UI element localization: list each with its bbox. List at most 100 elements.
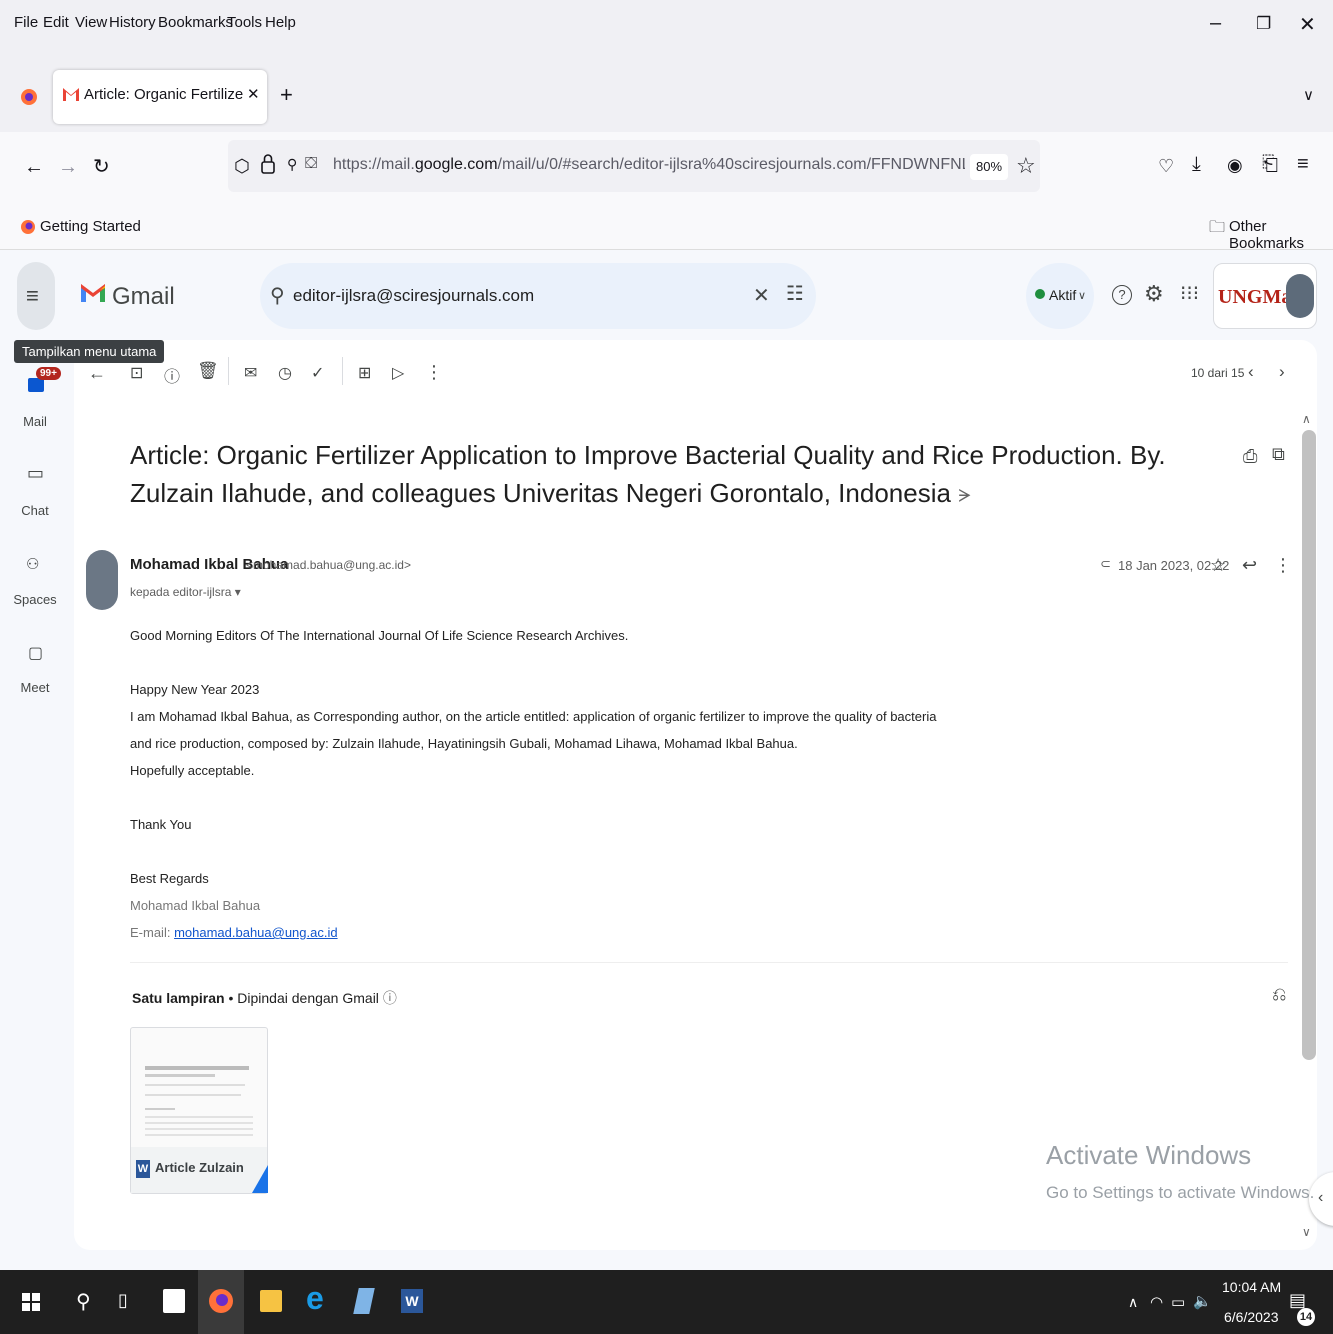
word-doc-icon: W xyxy=(136,1160,150,1178)
battery-icon[interactable]: ▭ xyxy=(1171,1293,1185,1311)
menu-bookmarks[interactable]: Bookmarks xyxy=(158,14,233,31)
reply-icon[interactable]: ↩ xyxy=(1242,555,1257,576)
open-new-window-icon[interactable]: ⧉ xyxy=(1272,444,1285,465)
move-to-icon[interactable]: ⊞ xyxy=(358,363,371,383)
recipient-line[interactable]: kepada editor-ijlsra ▾ xyxy=(130,585,241,599)
volume-icon[interactable]: 🔈 xyxy=(1193,1292,1212,1310)
back-to-list-icon[interactable]: ← xyxy=(88,363,106,384)
downloads-icon[interactable]: ⤓ xyxy=(1192,153,1201,176)
user-avatar[interactable] xyxy=(1286,274,1314,318)
word-taskbar-icon[interactable]: W xyxy=(401,1289,423,1313)
body-regards: Best Regards xyxy=(130,871,209,886)
scrollbar-thumb[interactable] xyxy=(1302,430,1316,1060)
forward-arrow-icon[interactable]: → xyxy=(58,156,78,179)
menu-history[interactable]: History xyxy=(109,14,156,31)
menu-help[interactable]: Help xyxy=(265,14,296,31)
restore-icon[interactable]: ❐ xyxy=(1256,14,1271,34)
bookmark-star-icon[interactable]: ☆ xyxy=(1016,153,1036,179)
zoom-level[interactable]: 80% xyxy=(970,154,1008,180)
permissions-icon[interactable]: ⚲ xyxy=(287,156,297,173)
sidebar-item-mail[interactable]: Mail xyxy=(0,414,70,429)
snooze-icon[interactable]: ◷ xyxy=(278,363,292,383)
wifi-icon[interactable]: ◠ xyxy=(1150,1293,1163,1311)
new-tab-icon[interactable]: + xyxy=(280,82,293,108)
add-to-drive-icon[interactable]: ⎌ xyxy=(1272,984,1286,1005)
clock-date[interactable]: 6/6/2023 xyxy=(1224,1309,1279,1325)
important-label-icon[interactable]: ᗒ xyxy=(958,486,971,506)
back-arrow-icon[interactable]: ← xyxy=(24,156,44,179)
recipient-dropdown-icon[interactable]: ▾ xyxy=(235,585,241,599)
info-icon[interactable]: ⓘ xyxy=(383,990,397,1006)
firefox-taskbar-icon[interactable] xyxy=(208,1288,234,1314)
clear-search-icon[interactable]: ✕ xyxy=(753,283,770,308)
add-task-icon[interactable]: ✓ xyxy=(311,363,324,383)
attachment-filename[interactable]: Article Zulzain ILa... xyxy=(155,1160,245,1175)
file-explorer-icon[interactable] xyxy=(260,1290,282,1312)
clock-time[interactable]: 10:04 AM xyxy=(1222,1279,1281,1295)
store-icon[interactable] xyxy=(163,1289,185,1313)
report-spam-icon[interactable]: ⓘ xyxy=(164,363,180,387)
body-line-1: Happy New Year 2023 xyxy=(130,682,260,697)
task-view-icon[interactable]: ▯ xyxy=(118,1290,128,1311)
body-line-4: Hopefully acceptable. xyxy=(130,763,255,778)
search-input[interactable]: editor-ijlsra@sciresjournals.com xyxy=(293,286,534,306)
edge-icon[interactable]: e xyxy=(306,1280,324,1317)
older-chevron-icon[interactable]: › xyxy=(1279,362,1285,382)
list-tabs-chevron-icon[interactable]: ∨ xyxy=(1303,86,1314,104)
sidebar-item-spaces[interactable]: Spaces xyxy=(0,592,70,607)
bookmark-getting-started[interactable]: Getting Started xyxy=(40,218,141,235)
recipient-text: kepada editor-ijlsra xyxy=(130,585,232,599)
email-subject: Article: Organic Fertilizer Application … xyxy=(130,436,1210,515)
chat-icon[interactable]: ▭ xyxy=(27,463,44,484)
pocket-icon[interactable]: ♡ xyxy=(1158,156,1174,177)
message-more-icon[interactable]: ⋮ xyxy=(1274,555,1292,576)
signature-email-link[interactable]: mohamad.bahua@ung.ac.id xyxy=(174,925,338,940)
preview-line xyxy=(145,1066,249,1070)
hamburger-icon[interactable]: ≡ xyxy=(26,283,39,309)
preview-line xyxy=(145,1084,245,1086)
scroll-down-icon[interactable]: ∨ xyxy=(1302,1225,1311,1239)
tooltip: Tampilkan menu utama xyxy=(14,340,165,363)
bookmark-other[interactable]: Other Bookmarks xyxy=(1229,218,1333,252)
menu-file[interactable]: File xyxy=(14,14,38,31)
firefox-view-icon[interactable] xyxy=(20,86,38,106)
extensions-icon[interactable]: ⎗ xyxy=(1262,153,1278,176)
mail-icon[interactable] xyxy=(28,378,44,392)
menu-edit[interactable]: Edit xyxy=(43,14,69,31)
mark-unread-icon[interactable]: ✉ xyxy=(244,363,257,383)
windows-start-icon[interactable] xyxy=(22,1293,40,1311)
app-menu-icon[interactable]: ≡ xyxy=(1297,153,1309,176)
search-icon[interactable]: ⚲ xyxy=(270,283,285,308)
apps-grid-icon[interactable]: ⁝⁝⁝ xyxy=(1180,281,1199,306)
sidebar-item-meet[interactable]: Meet xyxy=(0,680,70,695)
delete-icon[interactable]: 🗑 xyxy=(197,361,219,381)
shield-icon[interactable]: ⬡ xyxy=(234,156,250,177)
reload-icon[interactable]: ↻ xyxy=(93,154,110,179)
settings-gear-icon[interactable]: ⚙ xyxy=(1144,281,1164,307)
spaces-icon[interactable]: ⚇ xyxy=(26,555,39,573)
meet-icon[interactable]: ▢ xyxy=(28,643,43,663)
close-window-icon[interactable]: ✕ xyxy=(1299,12,1316,37)
tracking-icon[interactable]: ⛋ xyxy=(305,155,317,173)
newer-chevron-icon[interactable]: ‹ xyxy=(1248,362,1254,382)
print-icon[interactable]: ⎙ xyxy=(1243,446,1257,467)
sender-avatar[interactable] xyxy=(86,550,118,610)
sidebar-item-chat[interactable]: Chat xyxy=(0,503,70,518)
side-panel-chevron-icon[interactable]: ‹ xyxy=(1318,1189,1323,1207)
url-text[interactable]: https://mail.google.com/mail/u/0/#search… xyxy=(333,156,965,174)
menu-view[interactable]: View xyxy=(75,14,107,31)
tray-chevron-icon[interactable]: ∧ xyxy=(1128,1294,1138,1311)
tab-close-icon[interactable]: ✕ xyxy=(247,85,260,103)
lock-icon[interactable] xyxy=(260,153,276,175)
search-options-icon[interactable]: ☷ xyxy=(786,281,804,306)
archive-icon[interactable]: ⊡ xyxy=(130,363,143,383)
more-options-icon[interactable]: ⋮ xyxy=(425,362,443,383)
menu-tools[interactable]: Tools xyxy=(227,14,262,31)
help-icon[interactable]: ? xyxy=(1112,285,1132,305)
label-icon[interactable]: ▷ xyxy=(392,363,404,383)
minimize-icon[interactable]: – xyxy=(1210,12,1221,35)
search-icon[interactable]: ⚲ xyxy=(76,1289,91,1314)
account-icon[interactable]: ◉ xyxy=(1227,155,1243,176)
star-icon[interactable]: ☆ xyxy=(1210,555,1226,576)
scroll-up-icon[interactable]: ∧ xyxy=(1302,412,1311,426)
